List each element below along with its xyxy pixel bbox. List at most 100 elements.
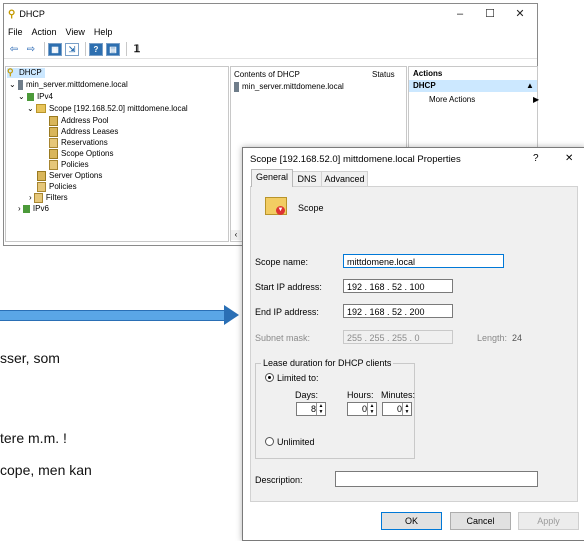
- scope-red-arrow-icon: ▼: [276, 206, 285, 215]
- subnet-mask-field: 255 . 255 . 255 . 0: [343, 330, 453, 344]
- list-item[interactable]: min_server.mittdomene.local: [234, 82, 344, 92]
- start-ip-field[interactable]: 192 . 168 . 52 . 100: [343, 279, 453, 293]
- dialog-title: Scope [192.168.52.0] mittdomene.local Pr…: [250, 154, 461, 165]
- minimize-button[interactable]: –: [445, 6, 475, 22]
- spinner-arrows-icon[interactable]: ▲ ▼: [316, 403, 325, 415]
- unlimited-label: Unlimited: [277, 437, 315, 447]
- scope-properties-dialog: Scope [192.168.52.0] mittdomene.local Pr…: [242, 147, 584, 541]
- description-field[interactable]: [335, 471, 538, 487]
- policies-icon: [37, 182, 46, 192]
- policies-icon: [49, 160, 58, 170]
- more-actions-item[interactable]: More Actions ▶: [429, 95, 539, 105]
- apply-button: Apply: [518, 512, 579, 530]
- help-icon[interactable]: ?: [89, 42, 103, 56]
- limited-label: Limited to:: [277, 373, 319, 383]
- tab-advanced[interactable]: Advanced: [321, 171, 368, 187]
- general-tab-panel: ▼ Scope Scope name: mittdomene.local Sta…: [250, 186, 578, 502]
- cancel-button[interactable]: Cancel: [450, 512, 511, 530]
- description-label: Description:: [255, 475, 303, 485]
- maximize-button[interactable]: ☐: [475, 6, 505, 22]
- expand-chevron-icon[interactable]: ⌄: [27, 104, 34, 113]
- dialog-close-button[interactable]: ✕: [565, 153, 573, 164]
- scope-options-icon: [49, 149, 58, 159]
- scope-folder-icon: ▼: [265, 197, 287, 215]
- collapse-chevron-icon[interactable]: ›: [29, 193, 32, 202]
- reservations-icon: [49, 138, 58, 148]
- filter-icon[interactable]: 𝟙: [130, 43, 144, 56]
- tab-general[interactable]: General: [251, 169, 293, 187]
- collapse-chevron-icon[interactable]: ›: [18, 204, 21, 213]
- menu-action[interactable]: Action: [32, 27, 57, 37]
- unlimited-radio[interactable]: [265, 437, 274, 446]
- ok-button[interactable]: OK: [381, 512, 442, 530]
- length-label: Length:: [477, 333, 508, 343]
- tree-node-address-leases[interactable]: Address Leases: [49, 127, 118, 137]
- toolbar: ⇦ ⇨ ▦ ⇲ ? ▤ 𝟙: [4, 40, 537, 59]
- close-button[interactable]: ✕: [505, 6, 535, 22]
- start-ip-label: Start IP address:: [255, 282, 322, 292]
- forward-arrow-icon[interactable]: ⇨: [24, 43, 38, 56]
- title-bar: ⚲ DHCP – ☐ ✕: [4, 4, 537, 24]
- tree-node-policies[interactable]: Policies: [37, 182, 77, 192]
- tree-pane: ⚲ DHCP ⌄ min_server.mittdomene.local ⌄ IP…: [5, 66, 229, 242]
- spinner-arrows-icon[interactable]: ▲ ▼: [402, 403, 411, 415]
- tree-node-scope[interactable]: ⌄ Scope [192.168.52.0] mittdomene.local: [27, 104, 188, 114]
- export-list-icon[interactable]: ⇲: [65, 42, 79, 56]
- dhcp-icon: ⚲: [7, 67, 14, 78]
- tree-node-dhcp[interactable]: ⚲ DHCP: [7, 68, 45, 78]
- spinner-arrows-icon[interactable]: ▲ ▼: [367, 403, 376, 415]
- tree-node-server-options[interactable]: Server Options: [37, 171, 102, 181]
- body-text-line: tere m.m. !: [0, 430, 67, 446]
- server-icon: [17, 80, 23, 90]
- scope-name-field[interactable]: mittdomene.local: [343, 254, 504, 268]
- days-spinner[interactable]: 8 ▲ ▼: [296, 402, 326, 416]
- expand-chevron-icon[interactable]: ⌄: [18, 92, 25, 101]
- menu-view[interactable]: View: [66, 27, 85, 37]
- end-ip-label: End IP address:: [255, 307, 319, 317]
- address-pool-icon: [49, 116, 58, 126]
- scrollbar-left-arrow[interactable]: ‹: [231, 230, 241, 240]
- tab-dns[interactable]: DNS: [292, 171, 322, 187]
- tree-node-ipv6[interactable]: › IPv6: [18, 204, 49, 214]
- column-header-status[interactable]: Status: [372, 70, 395, 80]
- menu-bar: File Action View Help: [4, 24, 537, 40]
- hours-label: Hours:: [347, 390, 374, 400]
- properties-icon[interactable]: ▤: [106, 42, 120, 56]
- actions-selected-row[interactable]: DHCP ▲: [409, 80, 537, 92]
- column-header-name[interactable]: Contents of DHCP: [234, 70, 300, 80]
- back-arrow-icon[interactable]: ⇦: [7, 43, 21, 56]
- server-options-icon: [37, 171, 46, 181]
- tree-node-ipv4[interactable]: ⌄ IPv4: [18, 92, 53, 102]
- tree-node-scope-options[interactable]: Scope Options: [49, 149, 113, 159]
- window-title: DHCP: [19, 9, 45, 19]
- ipv6-icon: [22, 204, 30, 213]
- menu-file[interactable]: File: [8, 27, 23, 37]
- scope-name-label: Scope name:: [255, 257, 309, 267]
- minutes-label: Minutes:: [381, 390, 416, 400]
- toolbar-separator: [85, 42, 86, 56]
- body-text-line: sser, som: [0, 350, 60, 366]
- blue-arrow-shaft: [0, 310, 225, 321]
- show-hide-tree-icon[interactable]: ▦: [48, 42, 62, 56]
- actions-header: Actions: [413, 69, 443, 78]
- menu-help[interactable]: Help: [94, 27, 113, 37]
- limited-radio[interactable]: [265, 373, 274, 382]
- collapse-up-icon[interactable]: ▲: [526, 81, 534, 91]
- help-button[interactable]: ?: [533, 153, 539, 164]
- minutes-spinner[interactable]: 0 ▲ ▼: [382, 402, 412, 416]
- address-leases-icon: [49, 127, 58, 137]
- submenu-arrow-icon: ▶: [533, 95, 540, 104]
- tree-node-reservations[interactable]: Reservations: [49, 138, 108, 148]
- scope-folder-icon: [35, 104, 46, 114]
- end-ip-field[interactable]: 192 . 168 . 52 . 200: [343, 304, 453, 318]
- subnet-mask-label: Subnet mask:: [255, 333, 311, 343]
- scope-header-label: Scope: [298, 203, 324, 213]
- hours-spinner[interactable]: 0 ▲ ▼: [347, 402, 377, 416]
- tree-node-filters[interactable]: › Filters: [29, 193, 68, 203]
- tree-node-server[interactable]: ⌄ min_server.mittdomene.local: [9, 80, 128, 90]
- tree-node-policies-scope[interactable]: Policies: [49, 160, 89, 170]
- server-icon: [234, 82, 239, 92]
- expand-chevron-icon[interactable]: ⌄: [9, 80, 16, 89]
- tree-node-address-pool[interactable]: Address Pool: [49, 116, 109, 126]
- days-label: Days:: [295, 390, 319, 400]
